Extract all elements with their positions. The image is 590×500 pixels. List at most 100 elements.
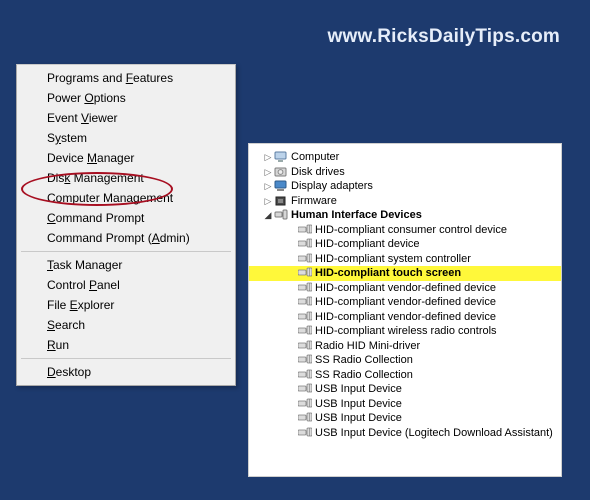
tree-node-label: SS Radio Collection (313, 353, 413, 367)
tree-twisty-icon[interactable]: ▷ (263, 194, 273, 208)
ctx-menu-item[interactable]: File Explorer (19, 295, 233, 315)
ctx-menu-item[interactable]: Task Manager (19, 255, 233, 275)
hid-device-icon (298, 369, 312, 381)
hid-device-icon (298, 412, 312, 424)
tree-category[interactable]: ▷ Firmware (249, 194, 561, 209)
tree-category[interactable]: ▷ Computer (249, 150, 561, 165)
tree-icon-slot (297, 427, 313, 439)
tree-icon-slot (273, 180, 289, 192)
tree-icon-slot (273, 166, 289, 178)
device-manager-tree: ▷ Computer ▷ Disk drives ▷ Display adapters ▷ F… (248, 143, 562, 477)
ctx-menu-item[interactable]: Command Prompt (Admin) (19, 228, 233, 248)
tree-device-node[interactable]: HID-compliant device (249, 237, 561, 252)
menu-separator (21, 358, 231, 359)
tree-device-node[interactable]: HID-compliant system controller (249, 252, 561, 267)
tree-icon-slot (297, 340, 313, 352)
hid-device-icon (298, 238, 312, 250)
tree-device-node[interactable]: HID-compliant touch screen (249, 266, 561, 281)
firmware-icon (274, 195, 288, 207)
tree-twisty-icon[interactable]: ◢ (263, 208, 273, 222)
ctx-menu-item[interactable]: System (19, 128, 233, 148)
ctx-menu-item[interactable]: Power Options (19, 88, 233, 108)
tree-node-label: Display adapters (289, 179, 373, 193)
ctx-menu-item[interactable]: Run (19, 335, 233, 355)
tree-twisty-icon[interactable]: ▷ (263, 165, 273, 179)
tree-device-node[interactable]: Radio HID Mini-driver (249, 339, 561, 354)
tree-node-label: Radio HID Mini-driver (313, 339, 420, 353)
tree-icon-slot (297, 354, 313, 366)
ctx-menu-item[interactable]: Device Manager (19, 148, 233, 168)
tree-twisty-icon[interactable]: ▷ (263, 179, 273, 193)
tree-icon-slot (273, 151, 289, 163)
tree-device-node[interactable]: HID-compliant vendor-defined device (249, 310, 561, 325)
tree-node-label: HID-compliant device (313, 237, 420, 251)
tree-node-label: USB Input Device (Logitech Download Assi… (313, 426, 553, 440)
tree-node-label: USB Input Device (313, 382, 402, 396)
hid-device-icon (298, 325, 312, 337)
ctx-menu-item[interactable]: Computer Management (19, 188, 233, 208)
tree-device-node[interactable]: SS Radio Collection (249, 353, 561, 368)
hid-device-icon (298, 267, 312, 279)
tree-icon-slot (297, 325, 313, 337)
tree-node-label: HID-compliant wireless radio controls (313, 324, 497, 338)
tree-icon-slot (297, 238, 313, 250)
ctx-menu-item[interactable]: Programs and Features (19, 68, 233, 88)
tree-node-label: HID-compliant vendor-defined device (313, 310, 496, 324)
tree-icon-slot (273, 195, 289, 207)
tree-icon-slot (297, 282, 313, 294)
tree-node-label: Computer (289, 150, 339, 164)
hid-device-icon (298, 296, 312, 308)
hid-device-icon (298, 427, 312, 439)
hid-device-icon (298, 224, 312, 236)
display-icon (274, 180, 288, 192)
hid-device-icon (298, 383, 312, 395)
tree-node-label: HID-compliant vendor-defined device (313, 295, 496, 309)
ctx-menu-item[interactable]: Search (19, 315, 233, 335)
tree-device-node[interactable]: SS Radio Collection (249, 368, 561, 383)
tree-device-node[interactable]: USB Input Device (249, 382, 561, 397)
ctx-menu-item[interactable]: Event Viewer (19, 108, 233, 128)
tree-category[interactable]: ▷ Display adapters (249, 179, 561, 194)
menu-separator (21, 251, 231, 252)
tree-node-label: USB Input Device (313, 411, 402, 425)
tree-device-node[interactable]: HID-compliant wireless radio controls (249, 324, 561, 339)
disk-icon (274, 166, 288, 178)
tree-icon-slot (297, 224, 313, 236)
tree-node-label: Human Interface Devices (289, 208, 422, 222)
watermark-text: www.RicksDailyTips.com (328, 26, 560, 48)
tree-node-label: Firmware (289, 194, 337, 208)
tree-icon-slot (297, 369, 313, 381)
tree-device-node[interactable]: HID-compliant vendor-defined device (249, 281, 561, 296)
tree-icon-slot (297, 383, 313, 395)
tree-node-label: Disk drives (289, 165, 345, 179)
tree-node-label: HID-compliant system controller (313, 252, 471, 266)
tree-node-label: HID-compliant touch screen (313, 266, 461, 280)
tree-icon-slot (297, 267, 313, 279)
hid-icon (274, 209, 288, 221)
winx-context-menu: Programs and FeaturesPower OptionsEvent … (16, 64, 236, 386)
tree-device-node[interactable]: HID-compliant vendor-defined device (249, 295, 561, 310)
hid-device-icon (298, 311, 312, 323)
ctx-menu-item[interactable]: Command Prompt (19, 208, 233, 228)
computer-icon (274, 151, 288, 163)
ctx-menu-item[interactable]: Desktop (19, 362, 233, 382)
tree-device-node[interactable]: USB Input Device (249, 397, 561, 412)
tree-category[interactable]: ◢ Human Interface Devices (249, 208, 561, 223)
tree-node-label: USB Input Device (313, 397, 402, 411)
hid-device-icon (298, 354, 312, 366)
tree-twisty-icon[interactable]: ▷ (263, 150, 273, 164)
ctx-menu-item[interactable]: Control Panel (19, 275, 233, 295)
tree-icon-slot (297, 398, 313, 410)
tree-device-node[interactable]: USB Input Device (249, 411, 561, 426)
tree-icon-slot (297, 296, 313, 308)
ctx-menu-item[interactable]: Disk Management (19, 168, 233, 188)
tree-icon-slot (273, 209, 289, 221)
tree-node-label: HID-compliant consumer control device (313, 223, 507, 237)
tree-device-node[interactable]: USB Input Device (Logitech Download Assi… (249, 426, 561, 441)
tree-icon-slot (297, 412, 313, 424)
tree-node-label: SS Radio Collection (313, 368, 413, 382)
hid-device-icon (298, 340, 312, 352)
tree-category[interactable]: ▷ Disk drives (249, 165, 561, 180)
tree-icon-slot (297, 311, 313, 323)
tree-device-node[interactable]: HID-compliant consumer control device (249, 223, 561, 238)
